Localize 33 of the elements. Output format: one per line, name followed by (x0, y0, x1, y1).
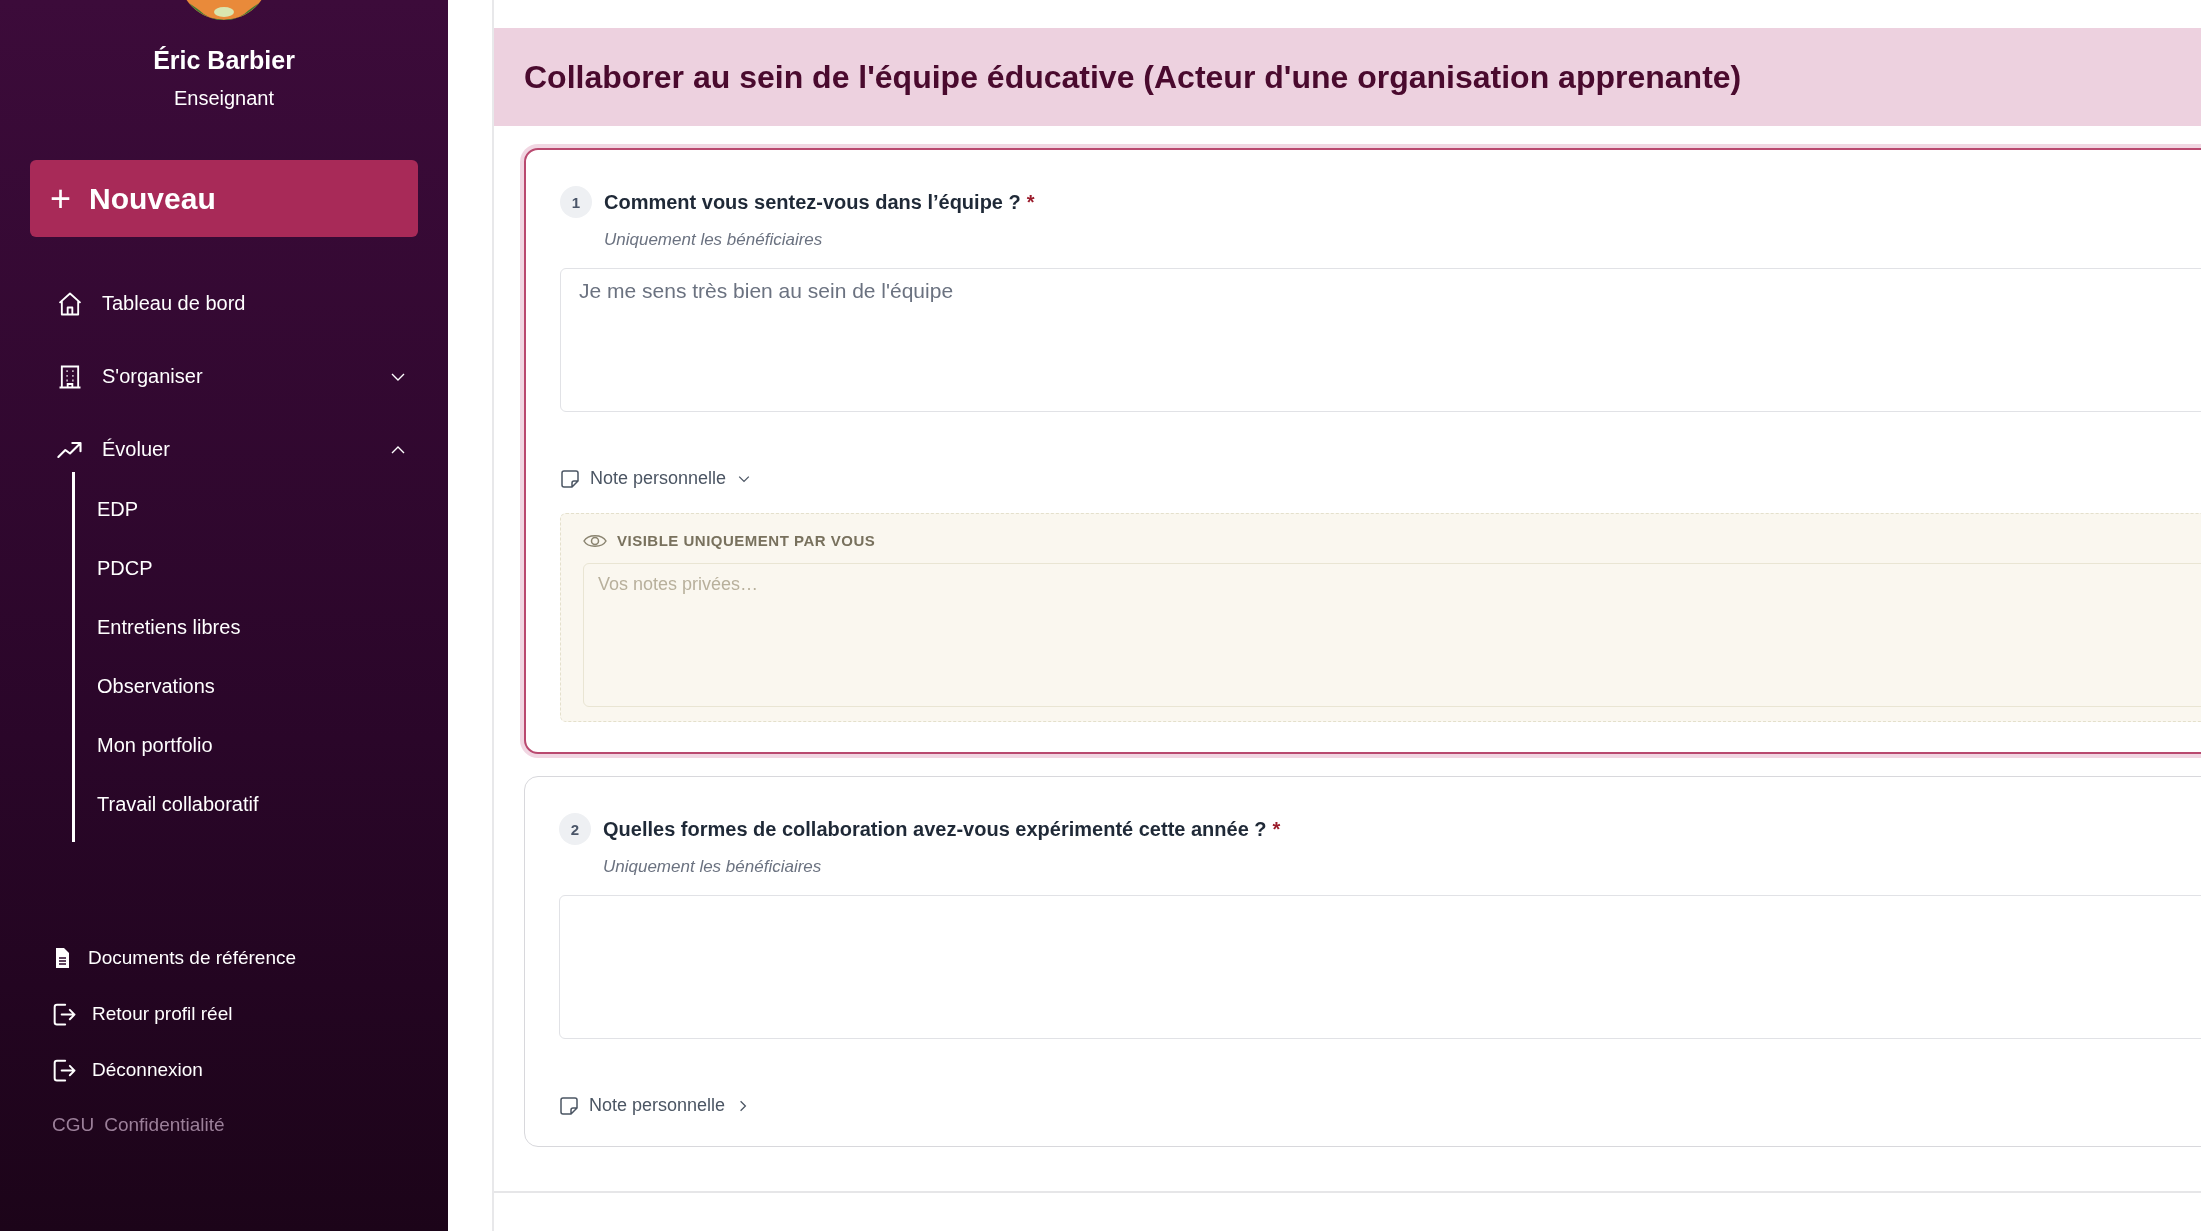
answer-field[interactable] (559, 895, 2201, 1039)
footer-link[interactable]: CGU (52, 1114, 95, 1136)
sidebar-link[interactable]: Retour profil réel (50, 986, 448, 1042)
nav-item[interactable]: S'organiser (56, 340, 408, 413)
note-toggle[interactable]: Note personnelle (559, 1095, 752, 1116)
question-text: Comment vous sentez-vous dans l’équipe ? (604, 190, 1021, 214)
page-title: Collaborer au sein de l'équipe éducative (Acteur d'une organisation apprenante) (524, 58, 1742, 96)
nav-subitem[interactable]: Mon portfolio (97, 716, 408, 775)
question-number: 2 (559, 813, 591, 845)
nav-subitem[interactable]: Travail collaboratif (97, 775, 408, 834)
required-mark: * (1272, 817, 1281, 841)
note-icon (559, 1095, 579, 1116)
question-hint: Uniquement les bénéficiaires (603, 857, 823, 877)
notes-field[interactable]: Vos notes privées… (583, 563, 2201, 707)
required-mark: * (1026, 190, 1035, 214)
question-number: 1 (560, 186, 592, 218)
footer-link[interactable]: Confidentialité (104, 1114, 225, 1136)
visibility-label: VISIBLE UNIQUEMENT PAR VOUS (617, 532, 876, 549)
nav-subitem[interactable]: Entretiens libres (97, 598, 408, 657)
user-role: Enseignant (172, 87, 276, 110)
new-button[interactable]: + Nouveau (30, 160, 418, 237)
eye-icon (583, 532, 607, 549)
question-text: Quelles formes de collaboration avez-vous expérimenté cette année ? (603, 817, 1267, 841)
nav-item[interactable]: Tableau de bord (56, 267, 408, 340)
sidebar-link[interactable]: Documents de référence (50, 930, 448, 986)
sidebar-link[interactable]: Déconnexion (50, 1042, 448, 1098)
nav-subitem[interactable]: Observations (97, 657, 408, 716)
user-name: Éric Barbier (152, 46, 296, 75)
question-hint: Uniquement les bénéficiaires (604, 230, 824, 250)
note-toggle[interactable]: Note personnelle (560, 468, 753, 489)
nav-subitem[interactable]: PDCP (97, 539, 408, 598)
note-icon (560, 468, 580, 489)
answer-field[interactable]: Je me sens très bien au sein de l'équipe (560, 268, 2201, 412)
